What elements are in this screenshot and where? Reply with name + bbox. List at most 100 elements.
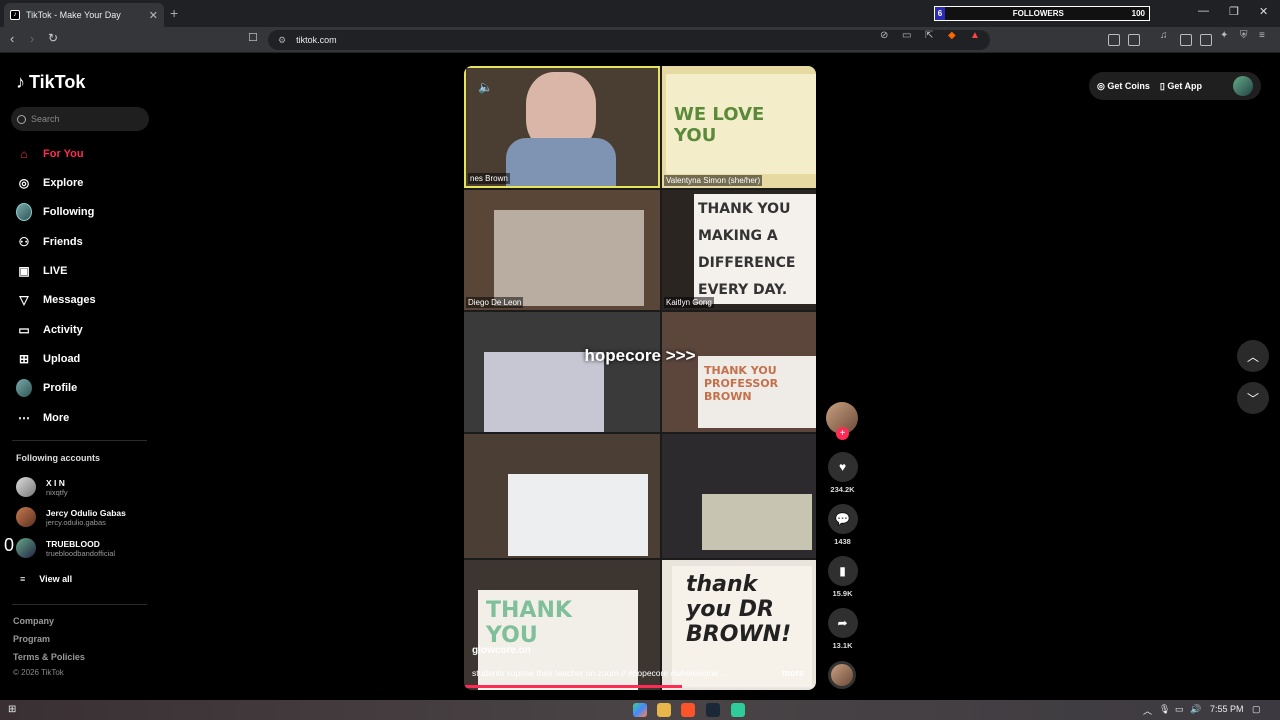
search-input[interactable]: Search — [11, 107, 149, 131]
account-handle: jercy.odulio.gabas — [46, 517, 106, 527]
microphone-icon[interactable]: 🎙 — [1159, 704, 1170, 715]
copilot-icon[interactable] — [633, 703, 647, 717]
avatar — [16, 538, 36, 558]
screenshot-icon[interactable] — [1128, 34, 1140, 46]
sidebar-item-for-you[interactable]: ⌂ For You — [16, 144, 84, 164]
music-disc-icon[interactable] — [828, 661, 856, 689]
footer-link-terms[interactable]: Terms & Policies — [13, 652, 85, 662]
get-app-button[interactable]: ▯ Get App — [1160, 81, 1202, 92]
following-account[interactable]: TRUEBLOOD truebloodbandofficial — [16, 537, 115, 559]
list-icon: ≡ — [20, 574, 26, 584]
sidebar-item-label: Activity — [43, 324, 83, 336]
app-icon[interactable] — [731, 703, 745, 717]
share-icon[interactable]: ⇱ — [925, 30, 933, 41]
sidebar-item-upload[interactable]: ⊞ Upload — [16, 349, 80, 369]
windows-start-icon[interactable]: ⊞ — [8, 704, 16, 715]
followers-count: 6 — [935, 7, 945, 20]
more-button[interactable]: more — [782, 668, 804, 678]
follow-plus-icon[interactable]: + — [836, 427, 849, 440]
file-explorer-icon[interactable] — [657, 703, 671, 717]
new-tab-button[interactable]: + — [170, 5, 178, 21]
menu-icon[interactable]: ≡ — [1259, 30, 1265, 41]
close-window-icon[interactable]: ✕ — [1259, 5, 1268, 18]
wallet-icon[interactable] — [1200, 34, 1212, 46]
sidebar-item-messages[interactable]: ▽ Messages — [16, 290, 96, 310]
sidebar-item-explore[interactable]: ◎ Explore — [16, 173, 84, 193]
avatar — [16, 477, 36, 497]
bookmark-icon[interactable]: ☐ — [248, 31, 258, 44]
cast-icon[interactable]: ▭ — [902, 30, 911, 41]
sidebar-toggle-icon[interactable] — [1180, 34, 1192, 46]
following-account[interactable]: X I N nixqtfy — [16, 476, 68, 498]
sidebar-item-label: Explore — [43, 177, 84, 189]
video-player[interactable]: nes Brown WE LOVE YOU Valentyna Simon (s… — [464, 66, 816, 690]
close-tab-icon[interactable]: ✕ — [149, 9, 158, 22]
tab-title: TikTok - Make Your Day — [26, 10, 121, 20]
footer-link-company[interactable]: Company — [13, 616, 54, 626]
notifications-icon[interactable]: ▢ — [1252, 704, 1261, 715]
account-handle: nixqtfy — [46, 487, 68, 497]
back-icon[interactable]: ‹ — [10, 31, 14, 46]
get-coins-label: Get Coins — [1107, 80, 1150, 91]
avatar — [16, 507, 36, 527]
vpn-icon[interactable]: ⛨ — [1240, 30, 1248, 41]
leo-ai-icon[interactable]: ✦ — [1220, 30, 1228, 41]
steam-icon[interactable] — [706, 703, 720, 717]
no-translate-icon[interactable]: ⊘ — [880, 30, 888, 41]
reload-icon[interactable]: ↻ — [48, 31, 58, 45]
user-avatar[interactable] — [1233, 76, 1253, 96]
previous-video-button[interactable]: ︿ — [1237, 340, 1269, 372]
extensions-icon[interactable] — [1108, 34, 1120, 46]
sidebar-item-label: For You — [43, 148, 84, 160]
account-name: TRUEBLOOD — [46, 538, 100, 549]
heart-icon: ♥ — [827, 452, 858, 482]
sidebar-item-friends[interactable]: ⚇ Friends — [16, 232, 83, 252]
tray-chevron-icon[interactable]: ︿ — [1143, 704, 1152, 717]
participant-name: nes Brown — [468, 173, 510, 184]
get-coins-button[interactable]: ◎ Get Coins — [1097, 81, 1150, 92]
video-username[interactable]: glowcore.on — [472, 645, 531, 656]
sign: WE LOVE YOU — [666, 74, 816, 174]
sidebar-item-label: Messages — [43, 294, 96, 306]
site-settings-icon[interactable]: ⚙ — [278, 35, 286, 46]
friends-icon: ⚇ — [18, 235, 30, 249]
view-all-button[interactable]: ≡ View all — [20, 574, 72, 584]
music-icon[interactable]: ♫ — [1160, 30, 1168, 41]
volume-tray-icon[interactable]: 🔊 — [1190, 704, 1201, 715]
comment-button[interactable]: 💬 1438 — [826, 504, 859, 546]
sidebar-item-following[interactable]: Following — [16, 202, 94, 222]
sign: THANK YOU PROFESSOR BROWN — [698, 356, 816, 428]
video-progress-bar[interactable] — [464, 685, 816, 688]
live-icon: ▣ — [18, 264, 30, 278]
clock[interactable]: 7:55 PM — [1210, 704, 1244, 714]
browser-tab-bar: ♪ TikTok - Make Your Day ✕ + 6 FOLLOWERS… — [0, 0, 1280, 27]
participant-tile: nes Brown — [464, 66, 660, 188]
volume-icon[interactable]: 🔈 — [478, 80, 493, 94]
network-icon[interactable]: ▭ — [1175, 704, 1184, 715]
save-button[interactable]: ▮ 15.9K — [826, 556, 859, 598]
like-button[interactable]: ♥ 234.2K — [826, 452, 859, 494]
next-video-button[interactable]: ﹀ — [1237, 382, 1269, 414]
footer-link-program[interactable]: Program — [13, 634, 50, 644]
rewards-icon[interactable]: ▲ — [970, 30, 980, 41]
tiktok-logo[interactable]: ♪ TikTok — [16, 72, 85, 93]
share-button[interactable]: ➦ 13.1K — [826, 608, 859, 650]
get-app-label: Get App — [1167, 80, 1202, 91]
brave-browser-icon[interactable] — [681, 703, 695, 717]
restore-icon[interactable]: ❐ — [1229, 5, 1239, 18]
brave-shield-icon[interactable]: ◆ — [948, 30, 956, 41]
following-account[interactable]: Jercy Odulio Gabas jercy.odulio.gabas — [16, 506, 126, 528]
sidebar-item-activity[interactable]: ▭ Activity — [16, 320, 83, 340]
sidebar-item-more[interactable]: ⋯ More — [16, 408, 69, 428]
minimize-icon[interactable]: — — [1198, 5, 1209, 17]
sidebar-item-label: Profile — [43, 382, 78, 394]
sidebar-item-profile[interactable]: Profile — [16, 378, 77, 398]
forward-icon[interactable]: › — [30, 31, 34, 46]
logo-text: TikTok — [29, 72, 86, 92]
send-icon: ▽ — [19, 293, 29, 307]
sidebar-item-live[interactable]: ▣ LIVE — [16, 261, 67, 281]
browser-tab[interactable]: ♪ TikTok - Make Your Day ✕ — [4, 3, 164, 27]
share-arrow-icon: ➦ — [827, 608, 858, 638]
account-name: Jercy Odulio Gabas — [46, 507, 126, 518]
glitch-overlay-text: 0 — [4, 535, 15, 555]
